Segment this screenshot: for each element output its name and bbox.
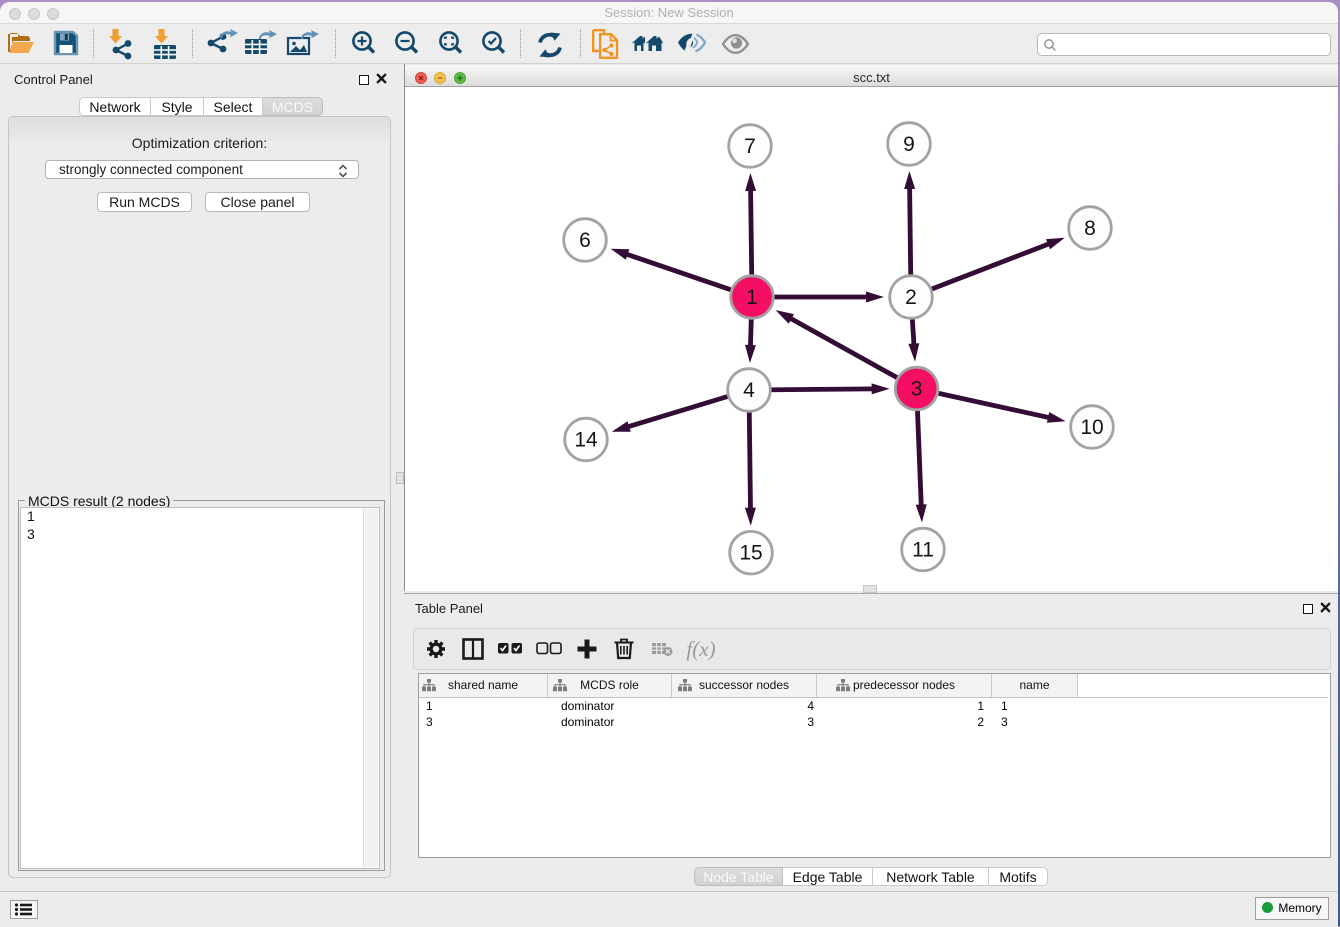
svg-text:7: 7 — [744, 135, 756, 158]
svg-text:4: 4 — [743, 379, 755, 402]
svg-text:9: 9 — [903, 133, 915, 156]
svg-text:6: 6 — [579, 229, 591, 252]
svg-text:3: 3 — [911, 378, 923, 401]
svg-text:2: 2 — [905, 286, 917, 309]
svg-text:1: 1 — [746, 286, 758, 309]
svg-text:15: 15 — [739, 542, 762, 565]
svg-text:f(x): f(x) — [686, 637, 715, 661]
svg-text:14: 14 — [574, 429, 598, 452]
svg-text:10: 10 — [1080, 416, 1103, 439]
svg-text:11: 11 — [912, 539, 934, 562]
svg-text:8: 8 — [1084, 217, 1096, 240]
